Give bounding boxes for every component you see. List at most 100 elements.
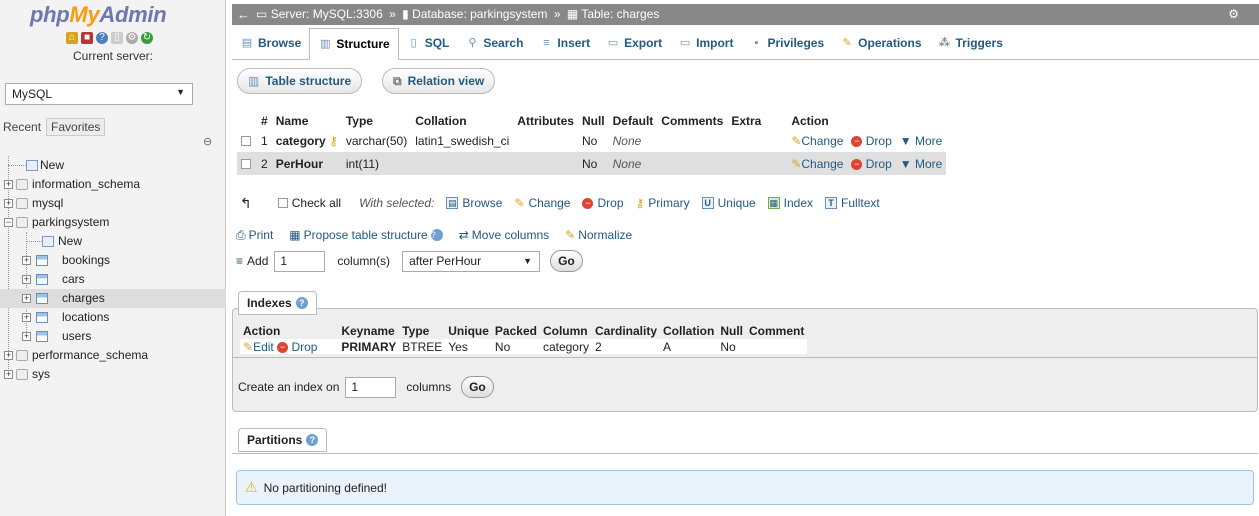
tab-operations[interactable]: ✎ Operations — [832, 27, 929, 59]
tree-item-cars[interactable]: + cars — [0, 270, 226, 289]
add-column-row: ≡ Add 1 column(s) after PerHour ▼ Go — [236, 250, 583, 272]
tree-item-parkingsystem-new[interactable]: New — [0, 232, 226, 251]
add-column-icon: ≡ — [236, 254, 244, 268]
export-icon: ▭ — [607, 37, 619, 49]
help-icon[interactable]: ? — [295, 297, 308, 309]
expand-icon[interactable]: + — [22, 313, 31, 322]
settings-gear-icon[interactable]: ⚙ — [126, 32, 138, 44]
table-row[interactable]: 1 category ⚷ varchar(50) latin1_swedish_… — [237, 129, 947, 152]
tree-item-information-schema[interactable]: + information_schema — [0, 175, 226, 194]
tree-item-charges[interactable]: + charges — [0, 289, 226, 308]
breadcrumb-server[interactable]: Server: MySQL:3306 — [271, 7, 383, 21]
tree-item-performance-schema[interactable]: + performance_schema — [0, 346, 226, 365]
favorites-tab[interactable]: Favorites — [46, 118, 106, 136]
bulk-drop-button[interactable]: − Drop — [582, 192, 624, 214]
create-index-count-input[interactable]: 1 — [345, 376, 397, 398]
relation-view-button[interactable]: ⧉ Relation view — [382, 68, 496, 94]
bulk-primary-button[interactable]: ⚷ Primary — [636, 192, 690, 214]
normalize-link[interactable]: ✎ Normalize — [565, 227, 632, 243]
change-link[interactable]: ✎Change — [787, 129, 848, 152]
tab-export[interactable]: ▭ Export — [598, 27, 670, 59]
col-header-collation[interactable]: Collation — [411, 112, 513, 129]
breadcrumb-table[interactable]: Table: charges — [581, 7, 659, 21]
insert-icon: ≡ — [543, 37, 550, 49]
tab-import[interactable]: ▭ Import — [670, 27, 741, 59]
create-index-go-button[interactable]: Go — [461, 376, 494, 398]
reload-icon[interactable]: ↻ — [141, 32, 153, 44]
move-columns-link[interactable]: ⇄ Move columns — [459, 227, 549, 243]
row-checkbox[interactable] — [241, 136, 251, 147]
phpmyadmin-logo[interactable]: phpMyAdmin — [30, 2, 167, 28]
help-icon[interactable]: ? — [306, 434, 319, 446]
expand-icon[interactable]: + — [22, 294, 31, 303]
help-icon[interactable]: ? — [430, 229, 443, 241]
logout-icon[interactable]: ■ — [81, 32, 93, 44]
tree-item-users[interactable]: + users — [0, 327, 226, 346]
tree-item-bookings[interactable]: + bookings — [0, 251, 226, 270]
drop-link[interactable]: − Drop — [847, 152, 896, 175]
expand-icon[interactable]: + — [22, 332, 31, 341]
tab-browse[interactable]: ▤ Browse — [232, 27, 309, 59]
check-all-checkbox[interactable]: Check all — [277, 192, 341, 214]
table-icon — [36, 255, 48, 266]
tree-item-sys[interactable]: + sys — [0, 365, 226, 384]
help-icon[interactable]: ? — [96, 32, 108, 44]
expand-icon[interactable]: + — [4, 180, 13, 189]
bulk-change-button[interactable]: ✎ Change — [514, 192, 570, 214]
bulk-fulltext-button[interactable]: T Fulltext — [825, 192, 880, 214]
back-arrow-icon[interactable]: ← — [237, 4, 250, 25]
drop-link[interactable]: − Drop — [847, 129, 896, 152]
sql-icon: ▯ — [410, 37, 417, 49]
search-icon: ⚲ — [468, 37, 477, 49]
print-link[interactable]: ⎙ Print — [236, 227, 273, 243]
tab-privileges[interactable]: ▪ Privileges — [741, 27, 832, 59]
tree-item-new[interactable]: New — [0, 156, 226, 175]
pencil-icon: ✎ — [791, 156, 802, 171]
docs-icon[interactable]: ▯ — [111, 32, 123, 44]
expand-icon[interactable]: + — [22, 275, 31, 284]
bulk-actions-bar: ↰ Check all With selected: ▤ Browse ✎ Chan… — [240, 192, 880, 214]
expand-icon[interactable]: + — [22, 256, 31, 265]
bulk-index-button[interactable]: ▦ Index — [767, 192, 813, 214]
home-icon[interactable]: ⌂ — [66, 32, 78, 44]
row-checkbox[interactable] — [241, 159, 251, 170]
add-column-position-select[interactable]: after PerHour ▼ — [402, 250, 541, 272]
more-dropdown[interactable]: ▼ More — [895, 129, 947, 152]
propose-structure-link[interactable]: ▦ Propose table structure? — [289, 227, 443, 243]
table-row[interactable]: 2 PerHour int(11) No None ✎Change − Drop… — [237, 152, 947, 175]
table-structure-button[interactable]: ▥ Table structure — [237, 68, 363, 94]
expand-icon[interactable]: + — [4, 199, 13, 208]
drop-index-link[interactable]: − Drop — [277, 340, 317, 354]
server-select[interactable]: MySQL ▼ — [5, 83, 193, 105]
recent-tab[interactable]: Recent — [0, 118, 44, 136]
tab-structure[interactable]: ▥ Structure — [309, 28, 399, 60]
tab-sql[interactable]: ▯ SQL — [399, 27, 458, 59]
settings-gear-icon[interactable]: ⚙ — [1228, 4, 1239, 25]
unique-icon: U — [701, 197, 714, 209]
tree-item-parkingsystem[interactable]: − parkingsystem — [0, 213, 226, 232]
bulk-unique-button[interactable]: U Unique — [701, 192, 756, 214]
add-column-go-button[interactable]: Go — [550, 250, 583, 272]
tab-search[interactable]: ⚲ Search — [457, 27, 531, 59]
breadcrumb: ▭ Server: MySQL:3306 » ▮ Database: parki… — [256, 7, 660, 21]
col-header-name[interactable]: Name — [272, 112, 342, 129]
tree-item-locations[interactable]: + locations — [0, 308, 226, 327]
column-name: category — [275, 133, 326, 148]
database-icon: ▮ — [402, 7, 409, 21]
drop-icon: − — [582, 197, 594, 209]
tab-triggers[interactable]: ⁂ Triggers — [930, 27, 1011, 59]
change-link[interactable]: ✎Change — [787, 152, 848, 175]
edit-index-link[interactable]: ✎Edit — [243, 340, 274, 354]
col-header-type[interactable]: Type — [342, 112, 411, 129]
bulk-browse-button[interactable]: ▤ Browse — [446, 192, 502, 214]
link-with-main-panel-icon[interactable]: ⊖ — [203, 135, 212, 148]
expand-icon[interactable]: + — [4, 370, 13, 379]
add-column-count-input[interactable]: 1 — [274, 250, 326, 272]
expand-icon[interactable]: + — [4, 351, 13, 360]
more-dropdown[interactable]: ▼ More — [895, 152, 947, 175]
tab-insert[interactable]: ≡ Insert — [531, 27, 598, 59]
new-icon — [42, 236, 54, 247]
breadcrumb-database[interactable]: Database: parkingsystem — [412, 7, 547, 21]
tree-item-mysql[interactable]: + mysql — [0, 194, 226, 213]
collapse-icon[interactable]: − — [4, 218, 13, 227]
